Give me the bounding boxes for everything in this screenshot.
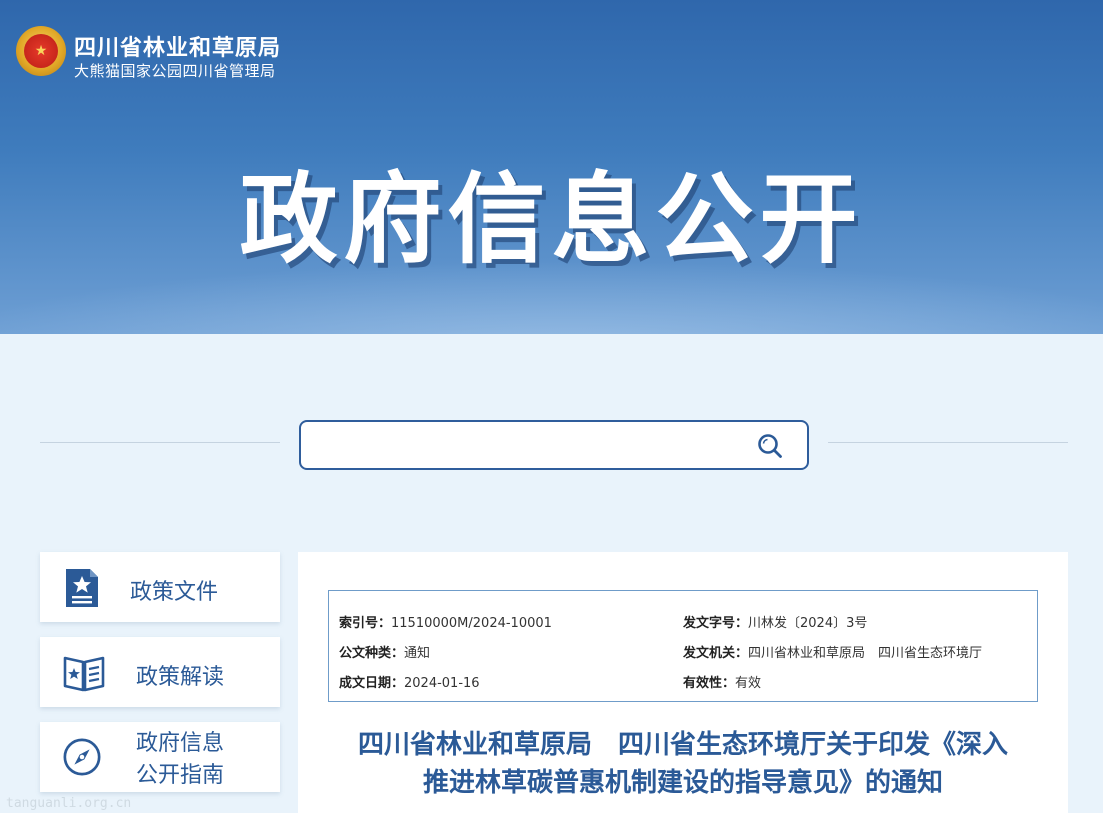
sidebar-item-label: 政策文件 [130, 580, 219, 605]
search-input[interactable] [313, 430, 743, 460]
national-emblem-icon[interactable]: ★ [16, 26, 66, 76]
document-title: 四川省林业和草原局 四川省生态环境厅关于印发《深入 推进林草碳普惠机制建设的指导… [328, 726, 1038, 802]
meta-label: 发文字号： [683, 616, 749, 631]
meta-label: 公文种类： [339, 646, 405, 661]
document-meta-box: 索引号：11510000M/2024-10001 发文字号：川林发〔2024〕3… [328, 590, 1038, 702]
document-title-line-2: 推进林草碳普惠机制建设的指导意见》的通知 [422, 768, 943, 798]
meta-doc-number: 发文字号：川林发〔2024〕3号 [683, 612, 867, 631]
meta-label: 发文机关： [683, 646, 749, 661]
open-book-icon [63, 656, 105, 692]
meta-label: 有效性： [683, 676, 736, 691]
meta-value: 2024-01-16 [404, 676, 480, 691]
sidebar-item-label: 政府信息 公开指南 [136, 728, 256, 792]
sidebar-item-label: 政策解读 [136, 665, 225, 690]
meta-issuer: 发文机关：四川省林业和草原局 四川省生态环境厅 [683, 642, 982, 661]
document-star-icon [66, 569, 98, 607]
page-hero-title: 政府信息公开 [239, 163, 864, 277]
org-name[interactable]: 四川省林业和草原局 [74, 30, 281, 62]
meta-label: 成文日期： [339, 676, 405, 691]
meta-index: 索引号：11510000M/2024-10001 [339, 612, 552, 631]
meta-validity: 有效性：有效 [683, 672, 761, 691]
sidebar-item-policy-interpretation[interactable]: 政策解读 [40, 637, 280, 707]
watermark: tanguanli.org.cn [6, 796, 132, 811]
document-title-line-1: 四川省林业和草原局 四川省生态环境厅关于印发《深入 [357, 730, 1008, 760]
meta-doc-type: 公文种类：通知 [339, 642, 430, 661]
sidebar-item-policy-documents[interactable]: 政策文件 [40, 552, 280, 622]
document-card: 索引号：11510000M/2024-10001 发文字号：川林发〔2024〕3… [298, 552, 1068, 813]
meta-date: 成文日期：2024-01-16 [339, 672, 480, 691]
sidebar-item-disclosure-guide[interactable]: 政府信息 公开指南 [40, 722, 280, 792]
search-box [299, 420, 809, 470]
meta-value: 四川省林业和草原局 四川省生态环境厅 [748, 646, 983, 661]
search-divider-right [828, 442, 1068, 443]
meta-label: 索引号： [339, 616, 392, 631]
meta-value: 11510000M/2024-10001 [391, 616, 552, 631]
search-icon[interactable] [757, 433, 783, 459]
meta-value: 川林发〔2024〕3号 [748, 616, 868, 631]
emblem-star-icon: ★ [24, 34, 58, 68]
sidebar-label-line-1: 政府信息 [136, 731, 225, 756]
header-banner: ★ 四川省林业和草原局 大熊猫国家公园四川省管理局 政府信息公开 [0, 0, 1103, 334]
meta-value: 有效 [735, 676, 762, 691]
meta-value: 通知 [404, 646, 431, 661]
search-divider-left [40, 442, 280, 443]
org-subtitle[interactable]: 大熊猫国家公园四川省管理局 [74, 60, 276, 81]
sidebar-label-line-2: 公开指南 [136, 763, 225, 788]
compass-icon [63, 738, 101, 776]
